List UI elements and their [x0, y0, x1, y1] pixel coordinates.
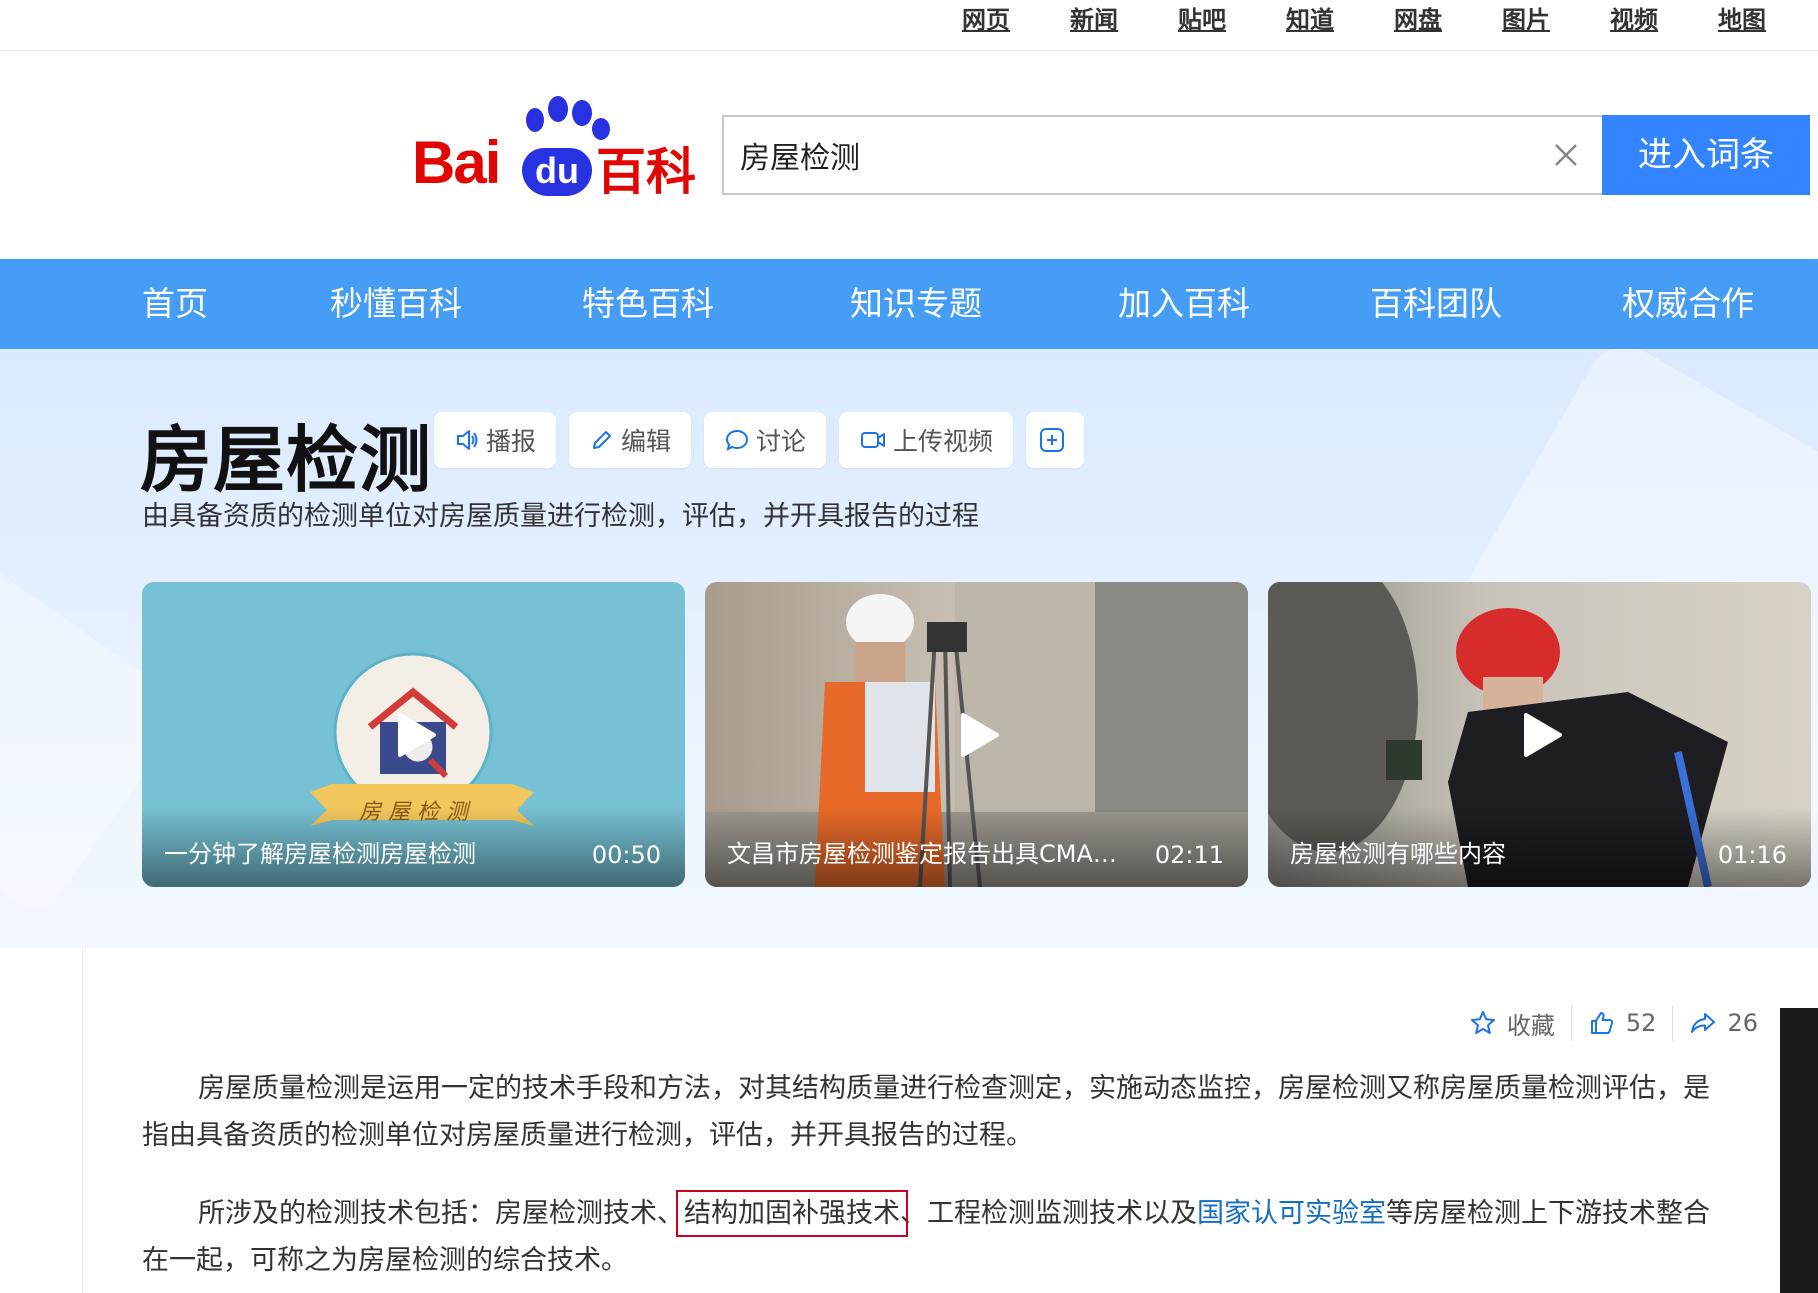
entry-header: 房屋检测 播报 编辑 讨论 上传视频 由具备资质的检测单位对房屋质量进行检测，评… — [0, 349, 1818, 948]
discuss-label: 讨论 — [756, 427, 807, 456]
favorite-button[interactable]: 收藏 — [1469, 1006, 1555, 1041]
edit-label: 编辑 — [621, 427, 672, 456]
highlighted-term: 结构加固补强技术 — [676, 1190, 908, 1237]
baidu-baike-logo[interactable]: Bai du 百科 — [412, 96, 702, 201]
page-title: 房屋检测 — [140, 418, 433, 502]
lab-link[interactable]: 国家认可实验室 — [1197, 1198, 1386, 1229]
paragraph-text: 、工程检测监测技术以及 — [900, 1198, 1197, 1229]
more-actions-button[interactable] — [1026, 412, 1085, 468]
video-title: 一分钟了解房屋检测房屋检测 — [164, 840, 476, 868]
plus-square-icon — [1040, 428, 1065, 452]
nav-item-join[interactable]: 加入百科 — [1118, 259, 1250, 349]
speaker-icon — [457, 430, 478, 450]
play-icon[interactable] — [386, 707, 442, 763]
star-icon — [1470, 1011, 1495, 1034]
clear-icon[interactable] — [1548, 137, 1584, 173]
logo-bai-text: Bai — [412, 129, 501, 196]
entry-summary: 由具备资质的检测单位对房屋质量进行检测，评估，并开具报告的过程 — [142, 501, 979, 532]
nav-item-home[interactable]: 首页 — [142, 259, 208, 349]
comment-icon — [726, 429, 749, 451]
upload-video-label: 上传视频 — [893, 427, 994, 456]
top-links: 网页 新闻 贴吧 知道 网盘 图片 视频 地图 — [902, 0, 1766, 40]
paragraph: 所涉及的检测技术包括：房屋检测技术、结构加固补强技术、工程检测监测技术以及国家认… — [142, 1190, 1722, 1284]
content-divider — [82, 948, 83, 1293]
nav-item-team[interactable]: 百科团队 — [1370, 259, 1502, 349]
top-link-map[interactable]: 地图 — [1658, 0, 1766, 40]
video-card[interactable]: 文昌市房屋检测鉴定报告出具CMA资质... 02:11 — [705, 582, 1248, 887]
side-panel-edge — [1780, 1008, 1818, 1293]
search-box — [722, 115, 1604, 195]
share-icon — [1691, 1013, 1716, 1033]
logo-du-badge: du — [522, 148, 592, 196]
discuss-button[interactable]: 讨论 — [704, 412, 827, 468]
top-link-zhidao[interactable]: 知道 — [1226, 0, 1334, 40]
top-link-images[interactable]: 图片 — [1442, 0, 1550, 40]
video-duration: 00:50 — [591, 841, 661, 869]
entry-meta-actions: 收藏 52 26 — [1469, 1005, 1758, 1041]
video-duration: 02:11 — [1154, 841, 1224, 869]
favorite-label: 收藏 — [1506, 1011, 1555, 1040]
video-duration: 01:16 — [1717, 841, 1787, 869]
top-link-bar: 网页 新闻 贴吧 知道 网盘 图片 视频 地图 — [0, 0, 1818, 51]
broadcast-button[interactable]: 播报 — [434, 412, 557, 468]
share-button[interactable]: 26 — [1689, 1009, 1758, 1037]
main-nav: 首页 秒懂百科 特色百科 知识专题 加入百科 百科团队 权威合作 — [0, 259, 1818, 349]
top-link-tieba[interactable]: 贴吧 — [1118, 0, 1226, 40]
nav-item-miaodong[interactable]: 秒懂百科 — [330, 259, 462, 349]
meta-separator — [1570, 1005, 1572, 1041]
play-icon[interactable] — [1512, 707, 1568, 763]
logo-paw-dot — [572, 100, 592, 126]
entry-actions: 播报 编辑 讨论 上传视频 — [434, 412, 1085, 468]
logo-paw-dot — [548, 96, 568, 122]
like-button[interactable]: 52 — [1588, 1009, 1657, 1037]
top-link-video[interactable]: 视频 — [1550, 0, 1658, 40]
broadcast-label: 播报 — [486, 427, 537, 456]
upload-video-button[interactable]: 上传视频 — [839, 412, 1014, 468]
search-input[interactable] — [740, 117, 1500, 193]
logo-baike-text: 百科 — [596, 143, 696, 201]
pencil-icon — [593, 431, 612, 449]
edit-button[interactable]: 编辑 — [569, 412, 692, 468]
video-list: 房 屋 检 测 一分钟了解房屋检测房屋检测 00:50 — [142, 582, 1811, 887]
nav-item-featured[interactable]: 特色百科 — [582, 259, 714, 349]
thumbs-up-icon — [1590, 1012, 1614, 1034]
share-count: 26 — [1727, 1009, 1758, 1037]
paragraph: 房屋质量检测是运用一定的技术手段和方法，对其结构质量进行检查测定，实施动态监控，… — [142, 1073, 1710, 1151]
video-card[interactable]: 房屋检测有哪些内容 01:16 — [1268, 582, 1811, 887]
top-link-news[interactable]: 新闻 — [1010, 0, 1118, 40]
top-link-web[interactable]: 网页 — [902, 0, 1010, 40]
like-count: 52 — [1625, 1009, 1657, 1037]
video-camera-icon — [861, 432, 886, 448]
video-title: 房屋检测有哪些内容 — [1290, 840, 1506, 868]
paragraph-text: 所涉及的检测技术包括：房屋检测技术、 — [198, 1198, 684, 1229]
nav-item-topics[interactable]: 知识专题 — [850, 259, 982, 349]
video-title: 文昌市房屋检测鉴定报告出具CMA资质... — [727, 840, 1137, 868]
meta-separator — [1672, 1005, 1674, 1041]
nav-item-partnership[interactable]: 权威合作 — [1622, 259, 1754, 349]
video-card[interactable]: 房 屋 检 测 一分钟了解房屋检测房屋检测 00:50 — [142, 582, 685, 887]
logo-paw-dot — [526, 108, 544, 132]
enter-entry-button[interactable]: 进入词条 — [1602, 115, 1810, 195]
play-icon[interactable] — [949, 707, 1005, 763]
top-link-pan[interactable]: 网盘 — [1334, 0, 1442, 40]
